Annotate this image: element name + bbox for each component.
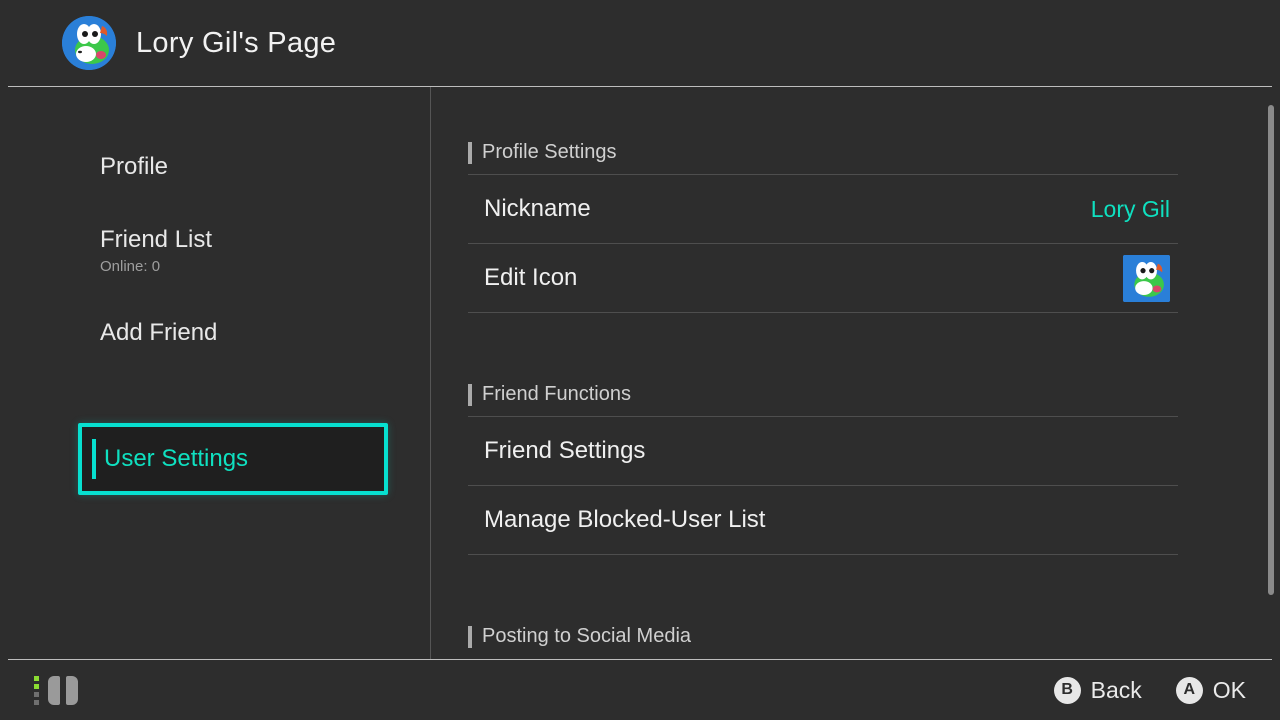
- scrollbar[interactable]: [1268, 105, 1274, 595]
- hint-ok[interactable]: A OK: [1176, 677, 1246, 704]
- avatar[interactable]: [62, 16, 116, 70]
- hint-label: Back: [1091, 677, 1142, 704]
- row-edit-icon[interactable]: Edit Icon: [468, 244, 1178, 313]
- user-icon-thumbnail: [1123, 255, 1170, 302]
- sidebar-item-label: Add Friend: [100, 319, 430, 347]
- section-title: Profile Settings: [482, 141, 617, 164]
- row-label: Nickname: [484, 195, 591, 223]
- row-label: Manage Blocked-User List: [484, 506, 765, 534]
- section-header-profile-settings: Profile Settings: [468, 141, 1280, 164]
- controller-indicator[interactable]: [34, 676, 78, 705]
- sidebar-item-sublabel: Online: 0: [100, 258, 430, 275]
- row-nickname[interactable]: Nickname Lory Gil: [468, 175, 1178, 244]
- section-title: Friend Functions: [482, 383, 631, 406]
- section-bar-icon: [468, 384, 472, 406]
- sidebar-item-label: Profile: [100, 153, 430, 181]
- hint-back[interactable]: B Back: [1054, 677, 1142, 704]
- section-bar-icon: [468, 626, 472, 648]
- yoshi-icon: [1123, 255, 1170, 302]
- body: Profile Friend List Online: 0 Add Friend…: [0, 87, 1280, 659]
- sidebar-item-add-friend[interactable]: Add Friend: [0, 295, 430, 371]
- header: Lory Gil's Page: [0, 0, 1280, 86]
- row-label: Friend Settings: [484, 437, 645, 465]
- main-panel: Profile Settings Nickname Lory Gil Edit …: [430, 87, 1280, 659]
- joycon-left-icon: [48, 676, 60, 705]
- a-button-icon: A: [1176, 677, 1203, 704]
- section-header-friend-functions: Friend Functions: [468, 383, 1280, 406]
- joycon-right-icon: [66, 676, 78, 705]
- footer-actions: B Back A OK: [1054, 677, 1246, 704]
- section-gap: [468, 313, 1280, 365]
- sidebar-item-user-settings[interactable]: User Settings: [78, 423, 388, 495]
- footer: B Back A OK: [0, 660, 1280, 720]
- b-button-icon: B: [1054, 677, 1081, 704]
- sidebar-item-label: User Settings: [104, 445, 248, 473]
- section-title: Posting to Social Media: [482, 625, 691, 648]
- sidebar-item-profile[interactable]: Profile: [0, 129, 430, 205]
- section-bar-icon: [468, 142, 472, 164]
- section-gap: [468, 555, 1280, 607]
- sidebar-item-label: Friend List: [100, 226, 430, 254]
- row-manage-blocked[interactable]: Manage Blocked-User List: [468, 486, 1178, 555]
- sidebar: Profile Friend List Online: 0 Add Friend…: [0, 87, 430, 659]
- player-dots: [34, 676, 39, 705]
- hint-label: OK: [1213, 677, 1246, 704]
- page-title: Lory Gil's Page: [136, 27, 336, 60]
- section-header-social-media: Posting to Social Media: [468, 625, 1280, 648]
- yoshi-icon: [62, 16, 116, 70]
- selection-accent: [92, 439, 96, 479]
- sidebar-item-friend-list[interactable]: Friend List Online: 0: [0, 205, 430, 295]
- row-label: Edit Icon: [484, 264, 577, 292]
- row-friend-settings[interactable]: Friend Settings: [468, 417, 1178, 486]
- row-value: Lory Gil: [1091, 196, 1170, 223]
